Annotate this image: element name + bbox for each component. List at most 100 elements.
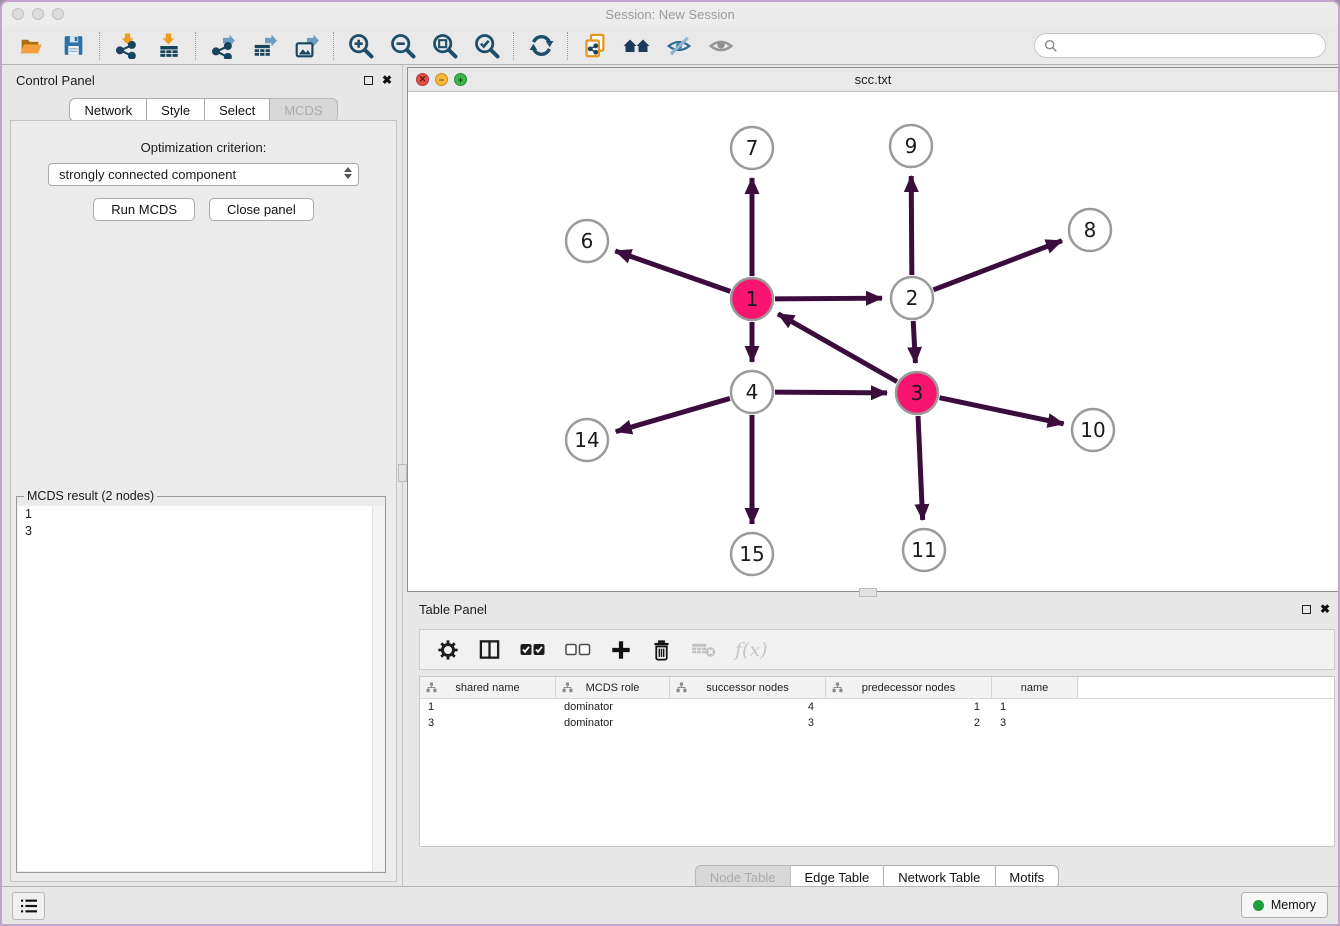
- apply-layout-button[interactable]: [520, 30, 562, 62]
- node-4[interactable]: 4: [731, 371, 773, 413]
- network-window-titlebar[interactable]: ✕ − + scc.txt: [408, 68, 1338, 92]
- scrollbar-track[interactable]: [372, 506, 384, 871]
- close-table-panel-icon[interactable]: ✖: [1320, 604, 1330, 614]
- node-label: 10: [1080, 418, 1105, 442]
- gear-icon: [437, 639, 459, 661]
- table-toolbar: f(x): [419, 629, 1335, 670]
- zoom-selected-button[interactable]: [466, 30, 508, 62]
- criterion-dropdown[interactable]: strongly connected component: [48, 163, 359, 186]
- close-panel-icon[interactable]: ✖: [382, 75, 392, 85]
- import-network-button[interactable]: [106, 30, 148, 62]
- network-canvas[interactable]: 7 9 6 8 1 2 4 3 14 10 15 11: [408, 91, 1338, 591]
- edge-4-14[interactable]: [616, 398, 730, 431]
- tab-mcds[interactable]: MCDS: [270, 98, 337, 122]
- table-settings-button[interactable]: [437, 639, 459, 661]
- column-header-predecessor-nodes[interactable]: predecessor nodes: [826, 677, 992, 698]
- column-header-successor-nodes[interactable]: successor nodes: [670, 677, 826, 698]
- node-2[interactable]: 2: [891, 277, 933, 319]
- zoom-window-button[interactable]: [52, 8, 64, 20]
- close-window-button[interactable]: [12, 8, 24, 20]
- network-canvas-container[interactable]: 7 9 6 8 1 2 4 3 14 10 15 11: [408, 91, 1338, 591]
- cell-successor-nodes: 3: [670, 717, 826, 729]
- zoom-in-button[interactable]: [340, 30, 382, 62]
- control-panel-title: Control Panel: [16, 73, 95, 88]
- close-panel-button[interactable]: Close panel: [209, 198, 314, 221]
- hide-selected-button[interactable]: [658, 30, 700, 62]
- task-history-button[interactable]: [12, 892, 45, 920]
- edge-4-3[interactable]: [775, 392, 887, 393]
- cell-successor-nodes: 4: [670, 701, 826, 713]
- column-header-name[interactable]: name: [992, 677, 1078, 698]
- close-network-button[interactable]: ✕: [416, 73, 429, 86]
- node-8[interactable]: 8: [1069, 209, 1111, 251]
- deselect-all-columns-button[interactable]: [565, 643, 591, 657]
- vertical-splitter-handle[interactable]: [398, 464, 407, 482]
- first-neighbors-button[interactable]: [616, 30, 658, 62]
- search-icon: [1044, 39, 1058, 53]
- open-file-button[interactable]: [10, 30, 52, 62]
- node-label: 3: [911, 381, 924, 405]
- export-table-button[interactable]: [244, 30, 286, 62]
- select-all-columns-button[interactable]: [520, 643, 546, 657]
- optimization-criterion-label: Optimization criterion:: [11, 140, 396, 155]
- column-header-shared-name[interactable]: shared name: [420, 677, 556, 698]
- toolbar-separator: [333, 32, 335, 60]
- node-15[interactable]: 15: [731, 533, 773, 575]
- node-3[interactable]: 3: [896, 372, 938, 414]
- tab-select[interactable]: Select: [205, 98, 270, 122]
- column-sort-icon: [832, 682, 843, 693]
- float-table-panel-icon[interactable]: [1302, 605, 1311, 614]
- checked-boxes-icon: [520, 643, 546, 657]
- edge-1-6[interactable]: [615, 251, 730, 291]
- search-input[interactable]: [1063, 37, 1316, 54]
- houses-icon: [622, 33, 652, 59]
- dropdown-stepper-icon: [344, 167, 352, 179]
- node-10[interactable]: 10: [1072, 409, 1114, 451]
- zoom-in-icon: [347, 32, 375, 60]
- delete-columns-button[interactable]: [651, 638, 672, 661]
- control-panel-buttons: ✖: [364, 75, 392, 85]
- table-row[interactable]: 1dominator411: [420, 699, 1334, 715]
- float-panel-icon[interactable]: [364, 76, 373, 85]
- memory-button[interactable]: Memory: [1241, 892, 1328, 918]
- cell-name: 3: [992, 717, 1078, 729]
- memory-label: Memory: [1271, 898, 1316, 912]
- horizontal-splitter-handle[interactable]: [859, 588, 877, 597]
- edge-1-2[interactable]: [775, 298, 882, 299]
- edge-3-10[interactable]: [940, 398, 1064, 424]
- clone-network-button[interactable]: [574, 30, 616, 62]
- network-view-window: ✕ − + scc.txt 7 9 6 8 1 2 4 3 14 10 15 11: [407, 67, 1339, 592]
- zoom-out-button[interactable]: [382, 30, 424, 62]
- node-14[interactable]: 14: [566, 419, 608, 461]
- column-sort-icon: [426, 682, 437, 693]
- edge-2-8[interactable]: [933, 241, 1061, 290]
- add-column-button[interactable]: [610, 639, 632, 661]
- export-image-button[interactable]: [286, 30, 328, 62]
- minimize-network-button[interactable]: −: [435, 73, 448, 86]
- node-9[interactable]: 9: [890, 125, 932, 167]
- edge-3-1[interactable]: [778, 314, 897, 382]
- export-network-button[interactable]: [202, 30, 244, 62]
- minimize-window-button[interactable]: [32, 8, 44, 20]
- save-session-button[interactable]: [52, 30, 94, 62]
- node-7[interactable]: 7: [731, 127, 773, 169]
- tab-style[interactable]: Style: [147, 98, 205, 122]
- maximize-network-button[interactable]: +: [454, 73, 467, 86]
- edge-3-11[interactable]: [918, 416, 923, 520]
- show-all-button[interactable]: [700, 30, 742, 62]
- tab-network[interactable]: Network: [69, 98, 147, 122]
- table-panel-buttons: ✖: [1302, 604, 1330, 614]
- export-table-icon: [252, 33, 278, 59]
- unchecked-boxes-icon: [565, 643, 591, 657]
- zoom-fit-button[interactable]: [424, 30, 466, 62]
- split-view-button[interactable]: [478, 638, 501, 661]
- edge-2-9[interactable]: [911, 176, 912, 275]
- node-1[interactable]: 1: [731, 278, 773, 320]
- table-row[interactable]: 3dominator323: [420, 715, 1334, 731]
- import-table-button[interactable]: [148, 30, 190, 62]
- node-6[interactable]: 6: [566, 220, 608, 262]
- node-11[interactable]: 11: [903, 529, 945, 571]
- column-header-MCDS-role[interactable]: MCDS role: [556, 677, 670, 698]
- run-mcds-button[interactable]: Run MCDS: [93, 198, 195, 221]
- edge-2-3[interactable]: [913, 321, 915, 363]
